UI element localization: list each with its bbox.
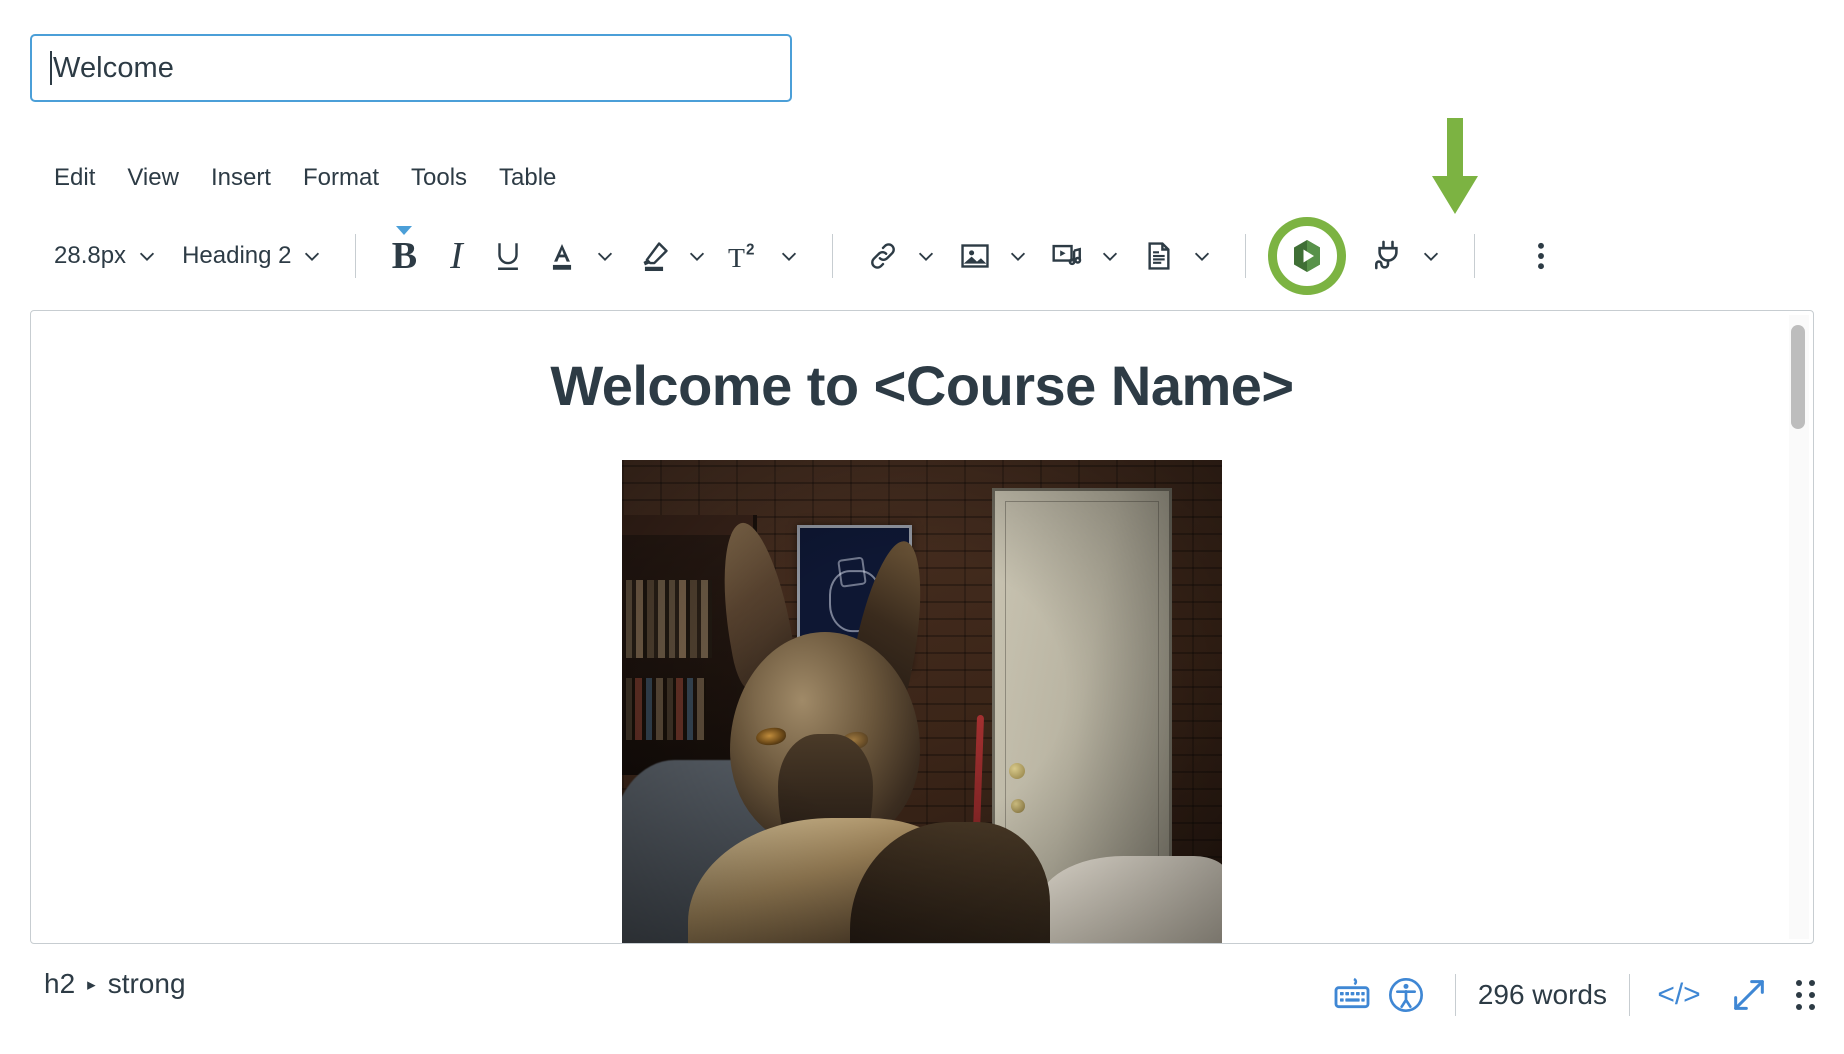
accessibility-checker-button[interactable] bbox=[1379, 968, 1433, 1022]
text-color-button[interactable] bbox=[534, 232, 590, 280]
svg-text:2: 2 bbox=[746, 242, 754, 259]
toolbar-divider-4 bbox=[1474, 234, 1476, 278]
link-icon bbox=[871, 243, 896, 269]
text-color-icon bbox=[553, 243, 572, 270]
document-image-wrapper bbox=[71, 460, 1773, 943]
editor-scrollbar-thumb[interactable] bbox=[1791, 325, 1805, 429]
toolbar-divider-2 bbox=[832, 234, 834, 278]
link-chevron-down-icon[interactable] bbox=[915, 245, 937, 267]
font-size-value: 28.8px bbox=[54, 242, 127, 269]
block-format-select[interactable]: Heading 2 bbox=[168, 232, 333, 280]
annotation-arrow-icon bbox=[1432, 118, 1478, 214]
html-editor-button[interactable]: </> bbox=[1652, 968, 1706, 1022]
document-heading: Welcome to <Course Name> bbox=[550, 354, 1294, 417]
grip-dot bbox=[1809, 992, 1815, 998]
highlight-chevron-down-icon[interactable] bbox=[686, 245, 708, 267]
italic-icon: I bbox=[450, 235, 463, 277]
word-count: 296 words bbox=[1477, 979, 1607, 1010]
grip-dot bbox=[1796, 992, 1802, 998]
text-color-chevron-down-icon[interactable] bbox=[594, 245, 616, 267]
rce-content-frame[interactable]: Welcome to <Course Name> bbox=[30, 310, 1814, 944]
page-title-input[interactable]: Welcome bbox=[30, 34, 792, 102]
bold-button[interactable]: B bbox=[378, 226, 430, 280]
svg-text:T: T bbox=[728, 242, 745, 273]
statusbar-actions: 296 words </> bbox=[1325, 968, 1816, 1022]
menu-edit[interactable]: Edit bbox=[42, 160, 111, 196]
toolbar-divider-3 bbox=[1245, 234, 1247, 278]
toolbar-more-button[interactable] bbox=[1515, 232, 1567, 280]
highlighter-icon bbox=[644, 242, 669, 272]
font-size-select[interactable]: 28.8px bbox=[40, 232, 168, 280]
chevron-down-icon bbox=[305, 252, 320, 261]
menu-view[interactable]: View bbox=[111, 160, 195, 196]
text-cursor bbox=[50, 51, 52, 85]
resize-handle[interactable] bbox=[1796, 980, 1816, 1010]
editor-document[interactable]: Welcome to <Course Name> bbox=[31, 311, 1813, 943]
dog-photo-image[interactable] bbox=[622, 460, 1222, 943]
statusbar-divider-1 bbox=[1454, 974, 1456, 1016]
document-chevron-down-icon[interactable] bbox=[1191, 245, 1213, 267]
underline-icon bbox=[498, 243, 519, 270]
underline-button[interactable] bbox=[482, 232, 534, 280]
menu-format[interactable]: Format bbox=[287, 160, 395, 196]
editor-toolbar: 28.8px Heading 2 B I T 2 bbox=[40, 217, 1567, 295]
highlight-button[interactable] bbox=[626, 232, 682, 280]
active-indicator-icon bbox=[396, 226, 413, 235]
photo-vignette bbox=[622, 460, 1222, 943]
html-editor-icon: </> bbox=[1657, 978, 1701, 1011]
keyboard-icon bbox=[1334, 977, 1370, 1009]
image-chevron-down-icon[interactable] bbox=[1007, 245, 1029, 267]
image-icon bbox=[961, 244, 990, 268]
media-button[interactable] bbox=[1039, 232, 1095, 280]
editor-scrollbar-track[interactable] bbox=[1789, 315, 1809, 939]
italic-button[interactable]: I bbox=[430, 232, 482, 280]
fullscreen-button[interactable] bbox=[1722, 968, 1776, 1022]
image-button[interactable] bbox=[947, 232, 1003, 280]
editor-statusbar: h2 ▸ strong 296 words </> bbox=[0, 968, 1844, 1048]
canvas-studio-button[interactable] bbox=[1268, 217, 1347, 295]
grip-dot bbox=[1796, 980, 1802, 986]
menu-insert[interactable]: Insert bbox=[195, 160, 287, 196]
menu-tools[interactable]: Tools bbox=[395, 160, 483, 196]
breadcrumb-separator-icon: ▸ bbox=[87, 974, 96, 994]
chevron-down-icon bbox=[139, 252, 155, 261]
statusbar-divider-2 bbox=[1629, 974, 1630, 1016]
media-chevron-down-icon[interactable] bbox=[1099, 245, 1121, 267]
plug-icon bbox=[1375, 240, 1399, 270]
superscript-icon: T 2 bbox=[728, 242, 754, 273]
canvas-studio-icon bbox=[1294, 240, 1321, 272]
rce-editor-page: Welcome Edit View Insert Format Tools Ta… bbox=[0, 0, 1844, 1054]
document-button[interactable] bbox=[1131, 232, 1187, 280]
grip-dot bbox=[1809, 1004, 1815, 1010]
block-format-value: Heading 2 bbox=[182, 242, 292, 269]
page-title-value: Welcome bbox=[53, 51, 175, 84]
menu-table[interactable]: Table bbox=[483, 160, 572, 196]
link-button[interactable] bbox=[855, 232, 911, 280]
grip-dot bbox=[1809, 980, 1815, 986]
kebab-menu-icon bbox=[1538, 242, 1545, 270]
keyboard-shortcuts-button[interactable] bbox=[1325, 968, 1379, 1022]
expand-arrows-icon bbox=[1734, 980, 1764, 1010]
accessibility-checker-icon bbox=[1388, 978, 1423, 1012]
breadcrumb-item-strong[interactable]: strong bbox=[108, 968, 186, 1000]
toolbar-divider bbox=[355, 234, 357, 278]
bold-icon: B bbox=[391, 235, 418, 277]
element-path-breadcrumb: h2 ▸ strong bbox=[44, 968, 186, 1000]
editor-menubar: Edit View Insert Format Tools Table bbox=[42, 160, 572, 196]
breadcrumb-item-h2[interactable]: h2 bbox=[44, 968, 75, 1000]
media-icon bbox=[1052, 244, 1082, 266]
superscript-chevron-down-icon[interactable] bbox=[778, 245, 800, 267]
apps-chevron-down-icon[interactable] bbox=[1420, 245, 1442, 267]
grip-dot bbox=[1796, 1004, 1802, 1010]
document-icon bbox=[1148, 242, 1171, 270]
superscript-button[interactable]: T 2 bbox=[718, 232, 774, 280]
apps-button[interactable] bbox=[1360, 232, 1416, 280]
